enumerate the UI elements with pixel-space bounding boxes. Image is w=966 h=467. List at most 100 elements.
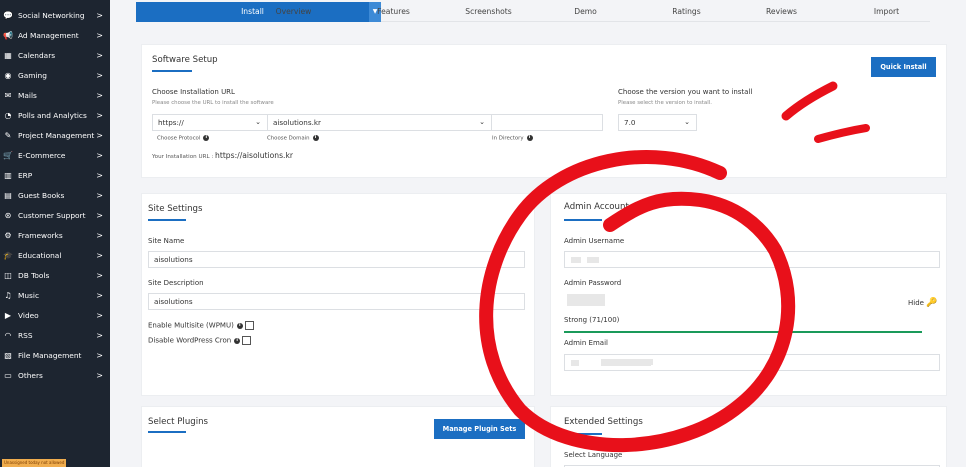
sidebar-item-gaming[interactable]: ◉ Gaming > (0, 65, 110, 85)
tab-overview[interactable]: Overview (256, 2, 331, 22)
chevron-right-icon: > (96, 170, 103, 180)
chevron-down-icon: ⌄ (479, 118, 485, 126)
hide-password-toggle[interactable]: Hide 🔑 (908, 298, 937, 308)
chevron-right-icon: > (96, 310, 103, 320)
software-setup-card: Software Setup Quick Install Choose Inst… (141, 44, 947, 178)
chevron-right-icon: > (96, 10, 103, 20)
info-icon[interactable]: i (312, 135, 319, 141)
sidebar-item-others[interactable]: ▭ Others > (0, 365, 110, 385)
chevron-right-icon: > (96, 210, 103, 220)
version-value: 7.0 (624, 118, 636, 127)
edit-icon: ✎ (4, 130, 12, 140)
sidebar-item-polls-and-analytics[interactable]: ◔ Polls and Analytics > (0, 105, 110, 125)
sidebar-item-video[interactable]: ▶ Video > (0, 305, 110, 325)
admin-username-label: Admin Username (564, 237, 625, 245)
title-underline (152, 70, 192, 72)
redacted-text (587, 257, 599, 263)
sidebar-item-mails[interactable]: ✉ Mails > (0, 85, 110, 105)
sidebar-item-e-commerce[interactable]: 🛒 E-Commerce > (0, 145, 110, 165)
tab-features[interactable]: Features (356, 2, 431, 22)
tab-reviews[interactable]: Reviews (744, 2, 819, 22)
sidebar-bottom-badge: Unassigned today not allowed (2, 459, 66, 467)
sidebar-item-calendars[interactable]: ▦ Calendars > (0, 45, 110, 65)
multisite-checkbox[interactable] (244, 321, 254, 330)
site-name-input[interactable]: aisolutions (148, 251, 525, 268)
sidebar-item-educational[interactable]: 🎓 Educational > (0, 245, 110, 265)
gamepad-icon: ◉ (4, 70, 12, 80)
site-description-input[interactable]: aisolutions (148, 293, 525, 310)
install-url: https://aisolutions.kr (215, 151, 293, 160)
tab-ratings[interactable]: Ratings (649, 2, 724, 22)
admin-account-card: Admin Account Admin Username Admin Passw… (550, 193, 947, 396)
protocol-select[interactable]: https:// ⌄ (152, 114, 268, 131)
sidebar-item-social-networking[interactable]: 💬 Social Networking > (0, 5, 110, 25)
sidebar-item-project-management[interactable]: ✎ Project Management > (0, 125, 110, 145)
admin-password-input[interactable] (564, 292, 922, 309)
chevron-right-icon: > (96, 330, 103, 340)
graduation-cap-icon: 🎓 (3, 250, 13, 260)
chevron-right-icon: > (96, 290, 103, 300)
redacted-text (571, 360, 579, 366)
envelope-icon: ✉ (4, 90, 12, 100)
site-settings-title: Site Settings (148, 204, 203, 214)
folder-icon: ▭ (4, 370, 12, 380)
sidebar-item-customer-support[interactable]: ⊛ Customer Support > (0, 205, 110, 225)
chevron-right-icon: > (96, 70, 103, 80)
choose-url-label: Choose Installation URL (152, 88, 235, 96)
password-strength-label: Strong (71/100) (564, 316, 620, 324)
sidebar-item-file-management[interactable]: ▧ File Management > (0, 345, 110, 365)
info-icon[interactable]: i (234, 337, 241, 344)
admin-password-label: Admin Password (564, 279, 622, 287)
protocol-caption: Choose Protocol i (157, 135, 210, 142)
chevron-down-icon: ⌄ (255, 118, 261, 126)
disable-cron-checkbox[interactable] (242, 336, 252, 345)
info-icon[interactable]: i (203, 135, 210, 141)
tab-import[interactable]: Import (849, 2, 924, 22)
tab-screenshots[interactable]: Screenshots (451, 2, 526, 22)
cart-icon: 🛒 (3, 150, 13, 160)
admin-email-input[interactable] (564, 354, 940, 371)
chevron-right-icon: > (96, 110, 103, 120)
megaphone-icon: 📢 (3, 30, 13, 40)
disable-cron-row: Disable WordPress Cron i (148, 336, 252, 345)
sidebar-item-rss[interactable]: ◠ RSS > (0, 325, 110, 345)
book-icon: ▤ (4, 190, 12, 200)
multisite-row: Enable Multisite (WPMU) i (148, 321, 254, 330)
sidebar-item-db-tools[interactable]: ◫ DB Tools > (0, 265, 110, 285)
chevron-right-icon: > (96, 30, 103, 40)
title-underline (564, 433, 602, 435)
chevron-right-icon: > (96, 370, 103, 380)
admin-account-title: Admin Account (564, 202, 629, 212)
sidebar-item-erp[interactable]: ▥ ERP > (0, 165, 110, 185)
tab-demo[interactable]: Demo (548, 2, 623, 22)
file-icon: ▧ (4, 350, 12, 360)
domain-select[interactable]: aisolutions.kr ⌄ (267, 114, 492, 131)
manage-plugin-sets-button[interactable]: Manage Plugin Sets (434, 419, 525, 439)
cogs-icon: ⚙ (4, 230, 12, 240)
tab-install[interactable]: Install (136, 2, 369, 22)
sidebar-item-ad-management[interactable]: 📢 Ad Management > (0, 25, 110, 45)
quick-install-button[interactable]: Quick Install (871, 57, 936, 77)
site-name-label: Site Name (148, 237, 185, 245)
chevron-right-icon: > (96, 190, 103, 200)
admin-email-label: Admin Email (564, 339, 608, 347)
version-help: Please select the version to install. (618, 100, 712, 106)
info-icon[interactable]: i (526, 135, 533, 141)
select-language-label: Select Language (564, 451, 623, 459)
sidebar-item-guest-books[interactable]: ▤ Guest Books > (0, 185, 110, 205)
sidebar: 💬 Social Networking > 📢 Ad Management > ▦ Calen… (0, 0, 110, 467)
software-setup-title: Software Setup (152, 55, 218, 65)
sidebar-item-music[interactable]: ♫ Music > (0, 285, 110, 305)
chevron-right-icon: > (96, 90, 103, 100)
redacted-text (571, 257, 581, 263)
title-underline (148, 431, 186, 433)
admin-username-input[interactable] (564, 251, 940, 268)
chevron-right-icon: > (96, 270, 103, 280)
info-icon[interactable]: i (236, 322, 243, 329)
bar-chart-icon: ▥ (4, 170, 12, 180)
directory-caption: In Directory i (492, 135, 533, 142)
version-select[interactable]: 7.0 ⌄ (618, 114, 697, 131)
sidebar-item-frameworks[interactable]: ⚙ Frameworks > (0, 225, 110, 245)
chat-icon: 💬 (3, 10, 13, 20)
directory-input[interactable] (491, 114, 603, 131)
